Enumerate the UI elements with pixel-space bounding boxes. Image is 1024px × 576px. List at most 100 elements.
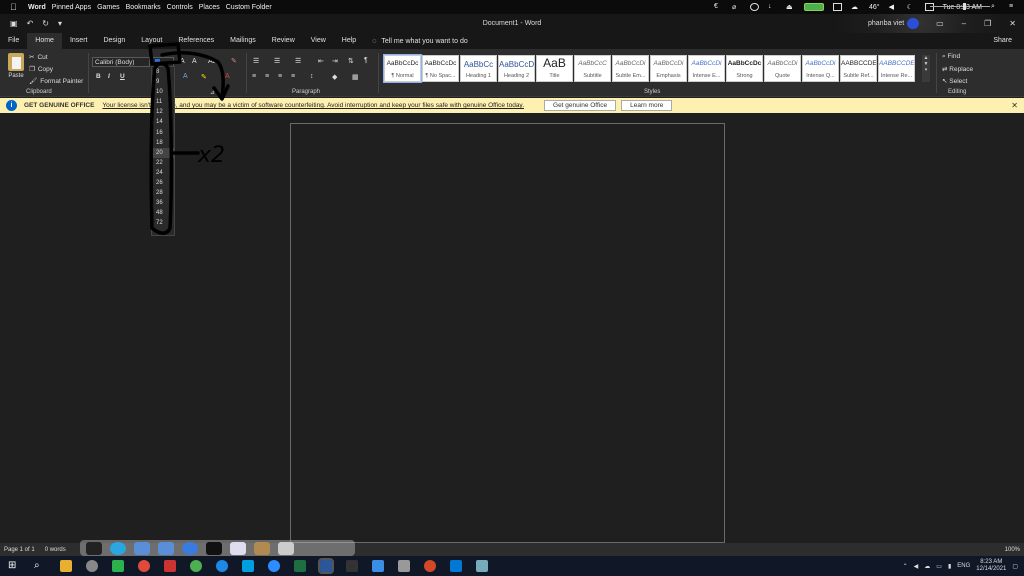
font-size-option[interactable]: 28 [152,188,174,198]
tab-layout[interactable]: Layout [133,33,170,49]
increase-indent-icon[interactable]: ⇥ [332,57,338,65]
close-icon[interactable]: ✕ [1011,101,1018,110]
align-center-icon[interactable]: ≡ [265,73,269,80]
battery-icon[interactable]: ▮ [948,563,951,570]
align-left-icon[interactable]: ≡ [252,73,256,80]
replace-button[interactable]: ⇄ Replace [942,65,973,73]
justify-icon[interactable]: ≡ [291,73,295,80]
archive-icon[interactable] [254,541,270,555]
shrink-font-icon[interactable]: A [192,58,197,65]
menu-games[interactable]: Games [97,4,120,11]
format-painter-button[interactable]: 🖌 Format Painter [29,77,83,86]
style-heading-1[interactable]: AaBbCc Heading 1 [460,55,497,82]
font-size-option[interactable]: 22 [152,158,174,168]
italic-button[interactable]: I [108,73,110,80]
style-intense-reference[interactable]: AABBCCDE Intense Re... [878,55,915,82]
learn-more-button[interactable]: Learn more [621,100,673,111]
app-shield-icon[interactable] [372,560,384,572]
download-icon[interactable]: ↓ [768,3,777,11]
numbering-icon[interactable]: ☰ [274,57,280,65]
tell-me-search[interactable]: ◌ Tell me what you want to do [372,38,468,45]
notification-icon[interactable]: ▢ [1012,563,1018,570]
language-indicator[interactable]: ENG [957,563,970,569]
style-intense-emphasis[interactable]: AaBbCcDi Intense E... [688,55,725,82]
avatar[interactable] [907,18,919,29]
history-icon[interactable] [749,3,759,11]
word-icon[interactable] [318,558,334,574]
font-size-option[interactable]: 12 [152,107,174,117]
style-subtitle[interactable]: AaBbCcC Subtitle [574,55,611,82]
text-effects-icon[interactable]: A [183,73,188,80]
style-emphasis[interactable]: AaBbCcDi Emphasis [650,55,687,82]
preview-icon[interactable] [230,541,246,555]
menu-list-icon[interactable]: ≡ [1009,3,1018,11]
volume-icon[interactable]: ◀ [889,3,898,11]
skype-icon[interactable] [242,560,254,572]
borders-icon[interactable]: ▦ [352,73,359,81]
tab-view[interactable]: View [303,33,334,49]
font-size-option[interactable]: 9 [152,77,174,87]
folder-icon[interactable] [158,541,174,555]
chrome-icon[interactable] [138,560,150,572]
tab-help[interactable]: Help [334,33,364,49]
decrease-indent-icon[interactable]: ⇤ [318,57,324,65]
zoom-icon[interactable] [268,560,280,572]
trash-icon[interactable] [278,541,294,555]
tab-file[interactable]: File [0,33,27,49]
tab-insert[interactable]: Insert [62,33,96,49]
search-icon[interactable]: ⌕ [991,3,1000,11]
font-size-option[interactable]: 11 [152,97,174,107]
font-name-box[interactable]: Calibri (Body) [92,57,150,67]
style-subtle-emphasis[interactable]: AaBbCcDi Subtle Em... [612,55,649,82]
font-size-option[interactable]: 48 [152,208,174,218]
share-button[interactable]: Share [993,33,1012,49]
keyboard-icon[interactable] [924,3,934,11]
font-size-option[interactable]: 16 [152,128,174,138]
change-case-icon[interactable]: Aa [208,58,217,65]
search-icon[interactable]: ⌕ [34,560,46,572]
menu-bookmarks[interactable]: Bookmarks [126,4,161,11]
shading-icon[interactable]: ◆ [332,73,337,81]
find-button[interactable]: ⌕ Find [942,53,960,61]
font-size-option[interactable]: 14 [152,117,174,127]
tab-mailings[interactable]: Mailings [222,33,264,49]
sort-icon[interactable]: ⇅ [348,57,354,65]
font-size-option[interactable]: 36 [152,198,174,208]
seven-zip-icon[interactable] [346,560,358,572]
font-size-option[interactable]: 8 [152,67,174,77]
zoom-slider-thumb[interactable] [963,3,966,10]
font-size-option[interactable]: 20 [152,147,174,158]
zoom-level[interactable]: 100% [1005,547,1020,553]
terminal-icon[interactable] [86,541,102,555]
font-size-option[interactable]: 72 [152,218,174,228]
style-subtle-reference[interactable]: AABBCCDE Subtle Ref... [840,55,877,82]
tab-references[interactable]: References [170,33,222,49]
minimize-icon[interactable]: – [962,19,966,28]
vscode-icon[interactable] [450,560,462,572]
page-count[interactable]: Page 1 of 1 [4,547,35,553]
excel-icon[interactable] [294,560,306,572]
paperclip-icon[interactable]: ⌀ [732,3,741,11]
style-normal[interactable]: AaBbCcDc ¶ Normal [383,54,422,83]
menu-places[interactable]: Places [199,4,220,11]
app-gray-icon[interactable] [398,560,410,572]
windows-start-icon[interactable]: ⊞ [8,560,20,572]
styles-scroll[interactable]: ▲ ▼ ▾ [922,55,930,82]
volume-icon[interactable]: ◀ [914,563,919,570]
style-intense-quote[interactable]: AaBbCcDi Intense Q... [802,55,839,82]
app-blue-icon[interactable] [216,560,228,572]
grow-font-icon[interactable]: A [180,58,185,65]
paste-button[interactable]: Paste [6,53,26,79]
line-spacing-icon[interactable]: ↕ [310,73,314,80]
tab-home[interactable]: Home [27,33,62,49]
style-title[interactable]: AaB Title [536,55,573,82]
zoom-slider[interactable] [930,6,990,7]
network-icon[interactable]: ▭ [936,563,942,570]
app-notes-icon[interactable] [476,560,488,572]
activity-monitor-icon[interactable] [206,541,222,555]
menu-pinned-apps[interactable]: Pinned Apps [52,4,91,11]
font-color-icon[interactable]: A [225,73,230,80]
app-lime-icon[interactable] [190,560,202,572]
moon-icon[interactable]: ☾ [907,3,916,11]
app-red-icon[interactable] [164,560,176,572]
